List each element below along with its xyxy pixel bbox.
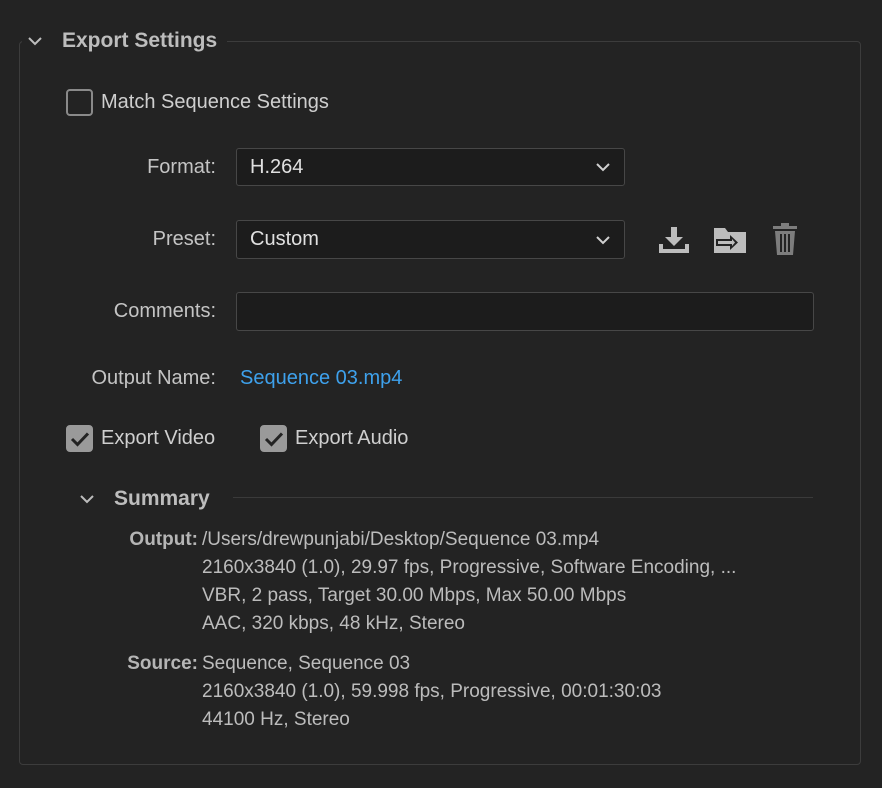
export-video-checkbox-row[interactable]: Export Video — [66, 425, 215, 452]
chevron-down-icon[interactable] — [22, 28, 48, 54]
export-video-label: Export Video — [101, 427, 216, 449]
summary-divider — [233, 497, 813, 498]
summary-title: Summary — [114, 487, 210, 510]
export-audio-label: Export Audio — [295, 427, 409, 449]
summary-source-line: 44100 Hz, Stereo — [202, 709, 350, 730]
summary-output-line: /Users/drewpunjabi/Desktop/Sequence 03.m… — [202, 529, 600, 550]
delete-preset-icon[interactable] — [767, 222, 803, 256]
checkmark-icon — [70, 431, 89, 447]
chevron-down-icon[interactable] — [74, 486, 100, 512]
summary-source-line: 2160x3840 (1.0), 59.998 fps, Progressive… — [202, 681, 662, 702]
output-name-link[interactable]: Sequence 03.mp4 — [240, 367, 402, 390]
import-preset-icon[interactable] — [712, 223, 748, 257]
summary-source-line: Sequence, Sequence 03 — [202, 653, 411, 674]
match-sequence-settings-checkbox-row[interactable]: Match Sequence Settings — [66, 89, 329, 116]
export-audio-checkbox-row[interactable]: Export Audio — [260, 425, 408, 452]
match-sequence-label: Match Sequence Settings — [101, 91, 329, 113]
export-audio-checkbox[interactable] — [260, 425, 287, 452]
format-dropdown[interactable]: H.264 — [236, 148, 625, 186]
format-value: H.264 — [250, 155, 304, 178]
chevron-down-icon — [596, 163, 610, 172]
checkmark-icon — [264, 431, 283, 447]
export-settings-header[interactable]: Export Settings — [22, 26, 228, 56]
export-settings-title: Export Settings — [62, 29, 218, 52]
summary-output-label: Output: — [129, 529, 198, 550]
save-preset-icon[interactable] — [656, 223, 692, 257]
comments-field[interactable] — [236, 292, 814, 331]
summary-header[interactable]: Summary — [74, 486, 210, 512]
preset-label: Preset: — [152, 228, 216, 250]
chevron-down-icon — [596, 235, 610, 244]
preset-value: Custom — [250, 228, 319, 250]
summary-output-line: 2160x3840 (1.0), 29.97 fps, Progressive,… — [202, 557, 737, 578]
preset-dropdown[interactable]: Custom — [236, 220, 625, 259]
comments-label: Comments: — [113, 300, 216, 322]
summary-source-label: Source: — [127, 653, 198, 674]
summary-output-line: VBR, 2 pass, Target 30.00 Mbps, Max 50.0… — [202, 585, 627, 606]
export-video-checkbox[interactable] — [66, 425, 93, 452]
summary-output-line: AAC, 320 kbps, 48 kHz, Stereo — [202, 613, 465, 634]
format-label: Format: — [147, 156, 216, 178]
output-name-label: Output Name: — [91, 367, 216, 389]
match-sequence-checkbox[interactable] — [66, 89, 93, 116]
